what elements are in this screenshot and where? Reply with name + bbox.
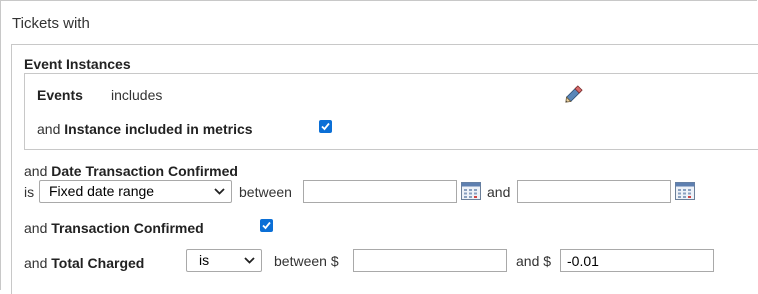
calendar-icon[interactable] <box>461 182 481 200</box>
events-label: Events <box>37 87 83 103</box>
start-date-input[interactable] <box>303 180 457 203</box>
total-charged-operator-value: is <box>199 252 210 268</box>
date-is-label: is <box>24 184 35 200</box>
metrics-label: Instance included in metrics <box>64 121 253 137</box>
min-amount-input[interactable] <box>353 249 507 272</box>
metrics-prefix: and <box>37 121 61 137</box>
metrics-and-label: and Instance included in metrics <box>37 120 253 138</box>
date-range-select[interactable]: Fixed date range <box>39 180 232 203</box>
checkmark-icon <box>321 122 330 131</box>
txn-confirmed-prefix: and <box>24 220 48 236</box>
pencil-icon[interactable] <box>563 82 587 104</box>
calendar-icon[interactable] <box>675 182 695 200</box>
events-operator: includes <box>111 87 163 103</box>
total-charged-label: and Total Charged <box>24 254 144 272</box>
event-instances-box <box>24 73 758 150</box>
date-confirmed-prefix: and <box>24 163 48 179</box>
date-confirmed-label: and Date Transaction Confirmed <box>24 162 238 180</box>
date-range-value: Fixed date range <box>49 183 155 199</box>
date-and-label: and <box>487 184 511 200</box>
chevron-down-icon <box>214 188 225 195</box>
end-date-input[interactable] <box>517 180 671 203</box>
total-between-label: between $ <box>274 253 339 269</box>
txn-confirmed-title: Transaction Confirmed <box>51 220 204 236</box>
metrics-checkbox[interactable] <box>319 120 332 133</box>
checkmark-icon <box>262 221 271 230</box>
chevron-down-icon <box>244 257 255 264</box>
total-charged-operator-select[interactable]: is <box>186 249 262 272</box>
total-and-label: and $ <box>516 253 552 269</box>
total-charged-title: Total Charged <box>51 255 145 271</box>
txn-confirmed-label: and Transaction Confirmed <box>24 219 204 237</box>
date-between-label: between <box>239 184 292 200</box>
total-charged-prefix: and <box>24 255 48 271</box>
event-instances-title: Event Instances <box>24 56 131 72</box>
txn-confirmed-checkbox[interactable] <box>260 219 273 232</box>
max-amount-input[interactable] <box>560 249 714 272</box>
date-confirmed-title: Date Transaction Confirmed <box>51 163 238 179</box>
panel-title: Tickets with <box>12 15 90 32</box>
